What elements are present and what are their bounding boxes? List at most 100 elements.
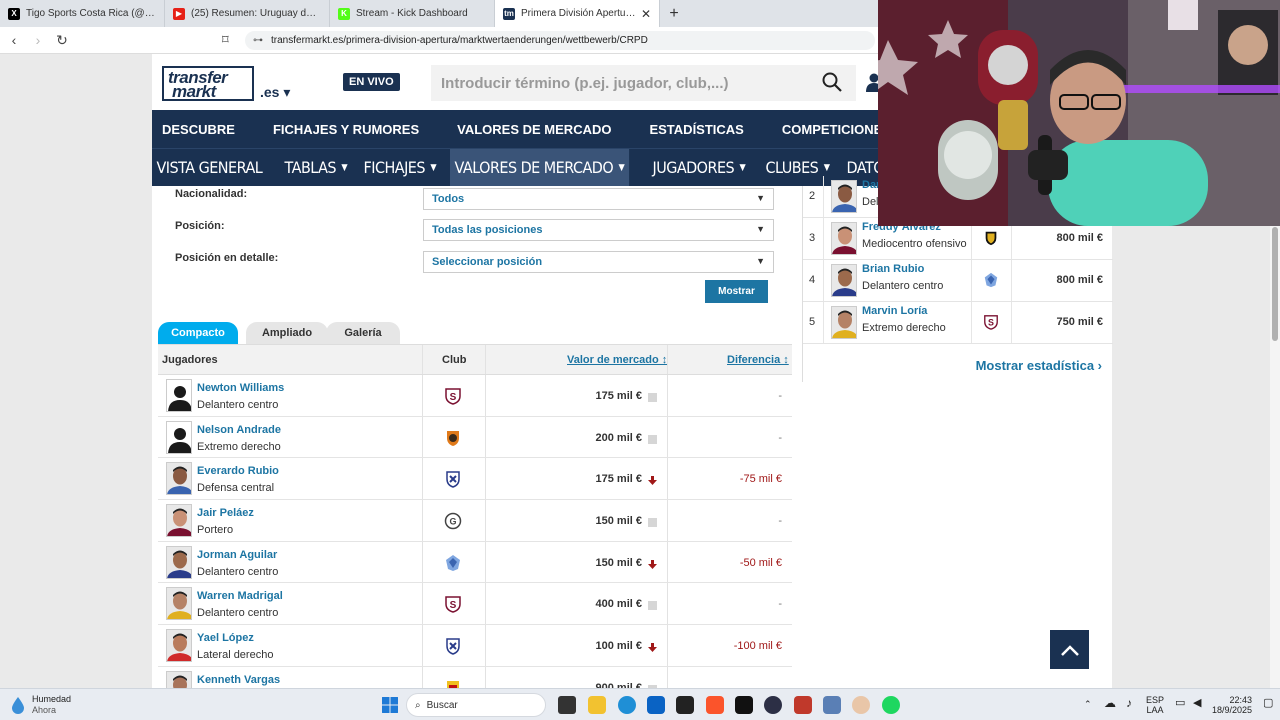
position-detail-select[interactable]: Seleccionar posición ▼ <box>423 251 774 273</box>
sub-nav-item[interactable]: VISTA GENERAL <box>152 149 267 187</box>
player-name-link[interactable]: Warren Madrigal <box>197 590 283 602</box>
main-nav-item[interactable]: FICHAJES Y RUMORES <box>273 122 419 137</box>
live-badge[interactable]: EN VIVO <box>343 73 400 91</box>
browser-tab[interactable]: tm Primera División Apertura - Últim ✕ <box>495 0 660 27</box>
transfermarkt-logo[interactable]: transfer markt <box>162 66 254 101</box>
player-position: Delantero centro <box>197 399 279 411</box>
nationality-select[interactable]: Todos ▼ <box>423 188 774 210</box>
player-name-link[interactable]: Everardo Rubio <box>197 465 279 477</box>
recording-app-icon[interactable] <box>794 696 812 714</box>
sub-nav-item[interactable]: JUGADORES ▼ <box>648 149 750 187</box>
weather-widget[interactable]: Humedad Ahora <box>10 694 71 716</box>
club-crest-icon[interactable] <box>444 679 462 688</box>
player-name-link[interactable]: Newton Williams <box>197 382 284 394</box>
club-crest-icon[interactable]: S <box>983 313 999 331</box>
player-photo[interactable] <box>166 670 192 688</box>
main-nav-item[interactable]: COMPETICIONES <box>782 122 891 137</box>
scrollbar-thumb[interactable] <box>1272 227 1278 341</box>
player-photo[interactable] <box>831 180 857 213</box>
bookmark-icon[interactable]: ⌑ <box>222 32 229 48</box>
player-photo[interactable] <box>166 420 192 454</box>
cloud-icon[interactable]: ☁ <box>1104 697 1116 709</box>
main-nav-item[interactable]: ESTADÍSTICAS <box>649 122 743 137</box>
site-info-icon[interactable]: ⊶ <box>253 35 263 46</box>
club-crest-icon[interactable] <box>983 229 999 247</box>
microphone-icon[interactable]: ♪ <box>1126 697 1132 709</box>
svg-text:S: S <box>450 600 457 611</box>
forward-icon[interactable]: › <box>28 32 48 48</box>
club-crest-icon[interactable] <box>983 271 999 289</box>
nationality-value: Todos <box>432 193 465 205</box>
position-select[interactable]: Todas las posiciones ▼ <box>423 219 774 241</box>
x-app-icon[interactable] <box>676 696 694 714</box>
reload-icon[interactable]: ↻ <box>52 32 72 49</box>
club-crest-icon[interactable] <box>444 470 462 489</box>
player-photo[interactable] <box>166 504 192 538</box>
show-statistics-link[interactable]: Mostrar estadística › <box>976 358 1102 373</box>
sub-nav-item[interactable]: FICHAJES ▼ <box>359 149 441 187</box>
back-icon[interactable]: ‹ <box>4 32 24 48</box>
tab-ampliado[interactable]: Ampliado <box>246 322 328 344</box>
domain-selector[interactable]: .es ▾ <box>260 84 290 101</box>
player-name-link[interactable]: Jair Peláez <box>197 507 254 519</box>
player-name-link[interactable]: Nelson Andrade <box>197 424 281 436</box>
notifications-icon[interactable]: ▢ <box>1263 698 1273 709</box>
tab-galeria[interactable]: Galería <box>326 322 400 344</box>
edge-icon[interactable] <box>618 696 636 714</box>
player-photo[interactable] <box>831 306 857 339</box>
sub-nav-item[interactable]: TABLAS ▼ <box>280 149 352 187</box>
club-crest-icon[interactable]: S <box>444 387 462 405</box>
search-icon[interactable] <box>822 72 842 92</box>
main-nav-item[interactable]: VALORES DE MERCADO <box>457 122 611 137</box>
close-tab-icon[interactable]: ✕ <box>641 7 651 21</box>
network-icon[interactable]: ▭ <box>1175 698 1185 709</box>
file-explorer-icon[interactable] <box>588 696 606 714</box>
paint-icon[interactable] <box>852 696 870 714</box>
column-divider <box>667 666 668 688</box>
windows-start-icon[interactable] <box>381 696 399 714</box>
player-name-link[interactable]: Kenneth Vargas <box>197 674 280 686</box>
player-photo[interactable] <box>831 222 857 255</box>
club-crest-icon[interactable] <box>444 429 462 447</box>
player-photo[interactable] <box>166 462 192 496</box>
url-field[interactable]: ⊶ transfermarkt.es/primera-division-aper… <box>245 31 875 50</box>
player-name-link[interactable]: Brian Rubio <box>862 263 924 275</box>
player-photo[interactable] <box>166 379 192 412</box>
club-crest-icon[interactable]: S <box>444 595 462 614</box>
outlook-icon[interactable] <box>647 696 665 714</box>
language-indicator[interactable]: ESP LAA <box>1146 695 1164 715</box>
player-name-link[interactable]: Yael López <box>197 632 254 644</box>
browser-tab[interactable]: ▶ (25) Resumen: Uruguay de Coronado <box>165 0 330 27</box>
header-difference[interactable]: Diferencia ↕ <box>727 354 789 366</box>
browser-tab[interactable]: X Tigo Sports Costa Rica (@tigosports <box>0 0 165 27</box>
player-photo[interactable] <box>831 264 857 297</box>
player-photo[interactable] <box>166 545 192 579</box>
sub-nav-item[interactable]: VALORES DE MERCADO ▼ <box>449 148 629 187</box>
player-name-link[interactable]: Jorman Aguilar <box>197 549 277 561</box>
notepad-icon[interactable] <box>823 696 841 714</box>
club-crest-icon[interactable] <box>444 554 462 572</box>
spotify-icon[interactable] <box>882 696 900 714</box>
scroll-to-top-button[interactable] <box>1050 630 1089 669</box>
taskbar-search[interactable]: ⌕ Buscar <box>406 693 546 717</box>
volume-icon[interactable]: ◀ <box>1193 698 1201 709</box>
tab-compacto[interactable]: Compacto <box>158 322 238 344</box>
main-nav-item[interactable]: DESCUBRE <box>162 122 235 137</box>
webcam-overlay <box>878 0 1280 226</box>
club-crest-icon[interactable]: G <box>444 512 462 530</box>
player-photo[interactable] <box>166 629 192 663</box>
clock[interactable]: 22:43 18/9/2025 <box>1212 695 1252 715</box>
chevron-up-icon[interactable]: ⌃ <box>1084 699 1092 709</box>
app-icon[interactable] <box>764 696 782 714</box>
player-photo[interactable] <box>166 587 192 621</box>
brave-icon[interactable] <box>706 696 724 714</box>
tiktok-icon[interactable] <box>735 696 753 714</box>
task-view-icon[interactable] <box>558 696 576 714</box>
browser-tab[interactable]: K Stream - Kick Dashboard <box>330 0 495 27</box>
search-input[interactable]: Introducir término (p.ej. jugador, club,… <box>431 65 856 101</box>
new-tab-button[interactable]: + <box>660 0 688 27</box>
player-name-link[interactable]: Marvin Loría <box>862 305 927 317</box>
header-market-value[interactable]: Valor de mercado ↕ <box>567 354 667 366</box>
club-crest-icon[interactable] <box>444 637 462 655</box>
show-button[interactable]: Mostrar <box>705 280 768 303</box>
